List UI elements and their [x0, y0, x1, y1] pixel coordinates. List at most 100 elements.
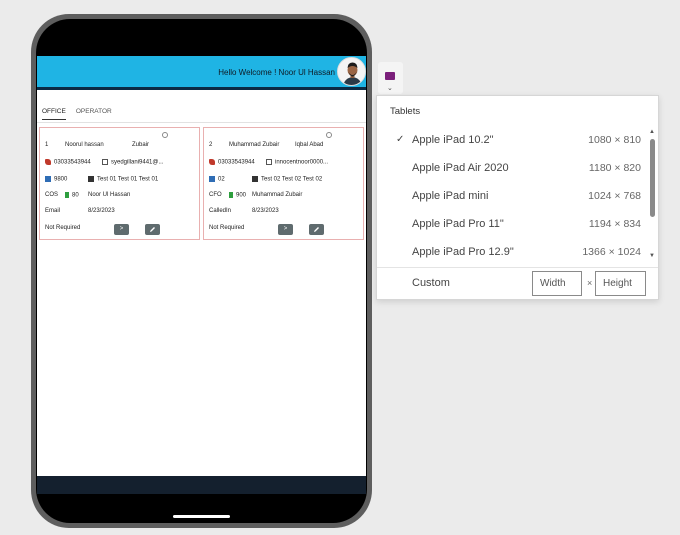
count-row: 900 [229, 192, 246, 199]
test-row: Test 01 Test 01 Test 01 [88, 176, 158, 183]
tablet-icon [385, 72, 395, 80]
device-name: Apple iPad Air 2020 [412, 162, 509, 174]
card-test: Test 02 Test 02 Test 02 [261, 176, 323, 183]
card-channel: Email [45, 208, 61, 214]
code-row: 02 [209, 176, 225, 183]
avatar[interactable] [337, 57, 366, 86]
scroll-down-icon[interactable]: ▼ [649, 253, 655, 259]
device-option[interactable]: Apple iPad Air 2020 1180 × 820 [377, 160, 647, 180]
times-symbol: × [587, 278, 593, 288]
card-role: CFO [209, 192, 222, 198]
mail-icon [102, 159, 108, 165]
custom-label: Custom [412, 277, 450, 289]
id-icon [45, 176, 51, 182]
tab-operator[interactable]: OPERATOR [76, 108, 112, 120]
email-row: syedgillani9441@... [102, 159, 163, 166]
edit-button[interactable] [309, 224, 324, 235]
app-header: Hello Welcome ! Noor Ul Hassan [37, 56, 366, 90]
info-icon[interactable] [326, 132, 332, 138]
device-option[interactable]: Apple iPad Pro 12.9" 1366 × 1024 [377, 244, 647, 264]
phone-row: 03033543944 [45, 159, 91, 166]
test-row: Test 02 Test 02 Test 02 [252, 176, 322, 183]
panel-title: Tablets [390, 106, 421, 117]
device-size: 1080 × 810 [588, 134, 641, 146]
card-extra: Iqbal Abad [295, 142, 324, 148]
phone-icon [45, 159, 51, 165]
tablet-frame: Hello Welcome ! Noor Ul Hassan OFFICE OP… [31, 14, 372, 528]
welcome-text: Hello Welcome ! Noor Ul Hassan [218, 68, 335, 77]
card-index: 2 [209, 142, 213, 148]
card-extra: Zubair [132, 142, 150, 148]
glasses-icon [88, 176, 94, 182]
device-name: Apple iPad 10.2" [412, 134, 494, 146]
device-option[interactable]: Apple iPad Pro 11" 1194 × 834 [377, 216, 647, 236]
device-name: Apple iPad Pro 12.9" [412, 246, 514, 258]
go-button[interactable]: > [114, 224, 129, 235]
record-card[interactable]: 1 Noorul hassan Zubair 03033543944 syedg… [39, 127, 200, 240]
scroll-up-icon[interactable]: ▲ [649, 129, 655, 135]
height-input[interactable]: Height [595, 271, 646, 296]
card-index: 1 [45, 142, 49, 148]
card-date: 8/23/2023 [252, 208, 279, 214]
card-email: innocentnoor0000... [275, 159, 329, 166]
device-picker-panel: Tablets ✓ Apple iPad 10.2" 1080 × 810 Ap… [376, 95, 659, 300]
card-channel: CalledIn [209, 208, 232, 214]
phone-row: 03033543944 [209, 159, 255, 166]
device-size: 1024 × 768 [588, 190, 641, 202]
card-status: Not Required [45, 225, 81, 231]
device-option[interactable]: Apple iPad mini 1024 × 768 [377, 188, 647, 208]
card-phone: 03033543944 [54, 159, 91, 166]
device-size: 1366 × 1024 [582, 246, 641, 258]
go-button[interactable]: > [278, 224, 293, 235]
mail-icon [266, 159, 272, 165]
card-email: syedgillani9441@... [111, 159, 164, 166]
pencil-icon [314, 227, 319, 232]
device-size: 1194 × 834 [588, 218, 641, 230]
id-icon [209, 176, 215, 182]
home-indicator[interactable] [173, 515, 230, 518]
card-person: Muhammad Zubair [252, 192, 303, 198]
card-status: Not Required [209, 225, 245, 231]
card-name: Noorul hassan [65, 142, 104, 148]
tablet-bezel: Hello Welcome ! Noor Ul Hassan OFFICE OP… [36, 19, 367, 523]
device-option[interactable]: ✓ Apple iPad 10.2" 1080 × 810 [377, 132, 647, 152]
info-icon[interactable] [162, 132, 168, 138]
device-name: Apple iPad Pro 11" [412, 218, 504, 230]
chevron-down-icon: ⌄ [387, 85, 393, 92]
divider [377, 267, 658, 268]
tab-bar: OFFICE OPERATOR [42, 108, 112, 120]
card-phone: 03033543944 [218, 159, 255, 166]
card-date: 8/23/2023 [88, 208, 115, 214]
card-person: Noor Ul Hassan [88, 192, 131, 198]
pencil-icon [150, 227, 155, 232]
scrollbar[interactable]: ▲ ▼ [649, 129, 656, 263]
glasses-icon [252, 176, 258, 182]
device-size: 1180 × 820 [588, 162, 641, 174]
tab-divider [37, 122, 366, 123]
app-screen: Hello Welcome ! Noor Ul Hassan OFFICE OP… [37, 56, 366, 489]
stage: Hello Welcome ! Noor Ul Hassan OFFICE OP… [0, 0, 680, 535]
device-name: Apple iPad mini [412, 190, 489, 202]
card-count: 900 [236, 192, 247, 199]
person-icon [229, 192, 233, 198]
scrollbar-thumb[interactable] [650, 139, 655, 217]
record-card[interactable]: 2 Muhammad Zubair Iqbal Abad 03033543944… [203, 127, 364, 240]
bottom-bar [37, 476, 366, 494]
card-role: COS [45, 192, 59, 198]
card-name: Muhammad Zubair [229, 142, 280, 148]
check-icon: ✓ [396, 134, 405, 145]
avatar-image [338, 58, 365, 85]
card-code: 9800 [54, 176, 68, 183]
width-input[interactable]: Width [532, 271, 582, 296]
card-code: 02 [218, 176, 225, 183]
edit-button[interactable] [145, 224, 160, 235]
count-row: 80 [65, 192, 79, 199]
phone-icon [209, 159, 215, 165]
person-icon [65, 192, 69, 198]
card-test: Test 01 Test 01 Test 01 [97, 176, 159, 183]
card-count: 80 [72, 192, 79, 199]
device-picker-toggle[interactable]: ⌄ [378, 62, 403, 94]
tab-office[interactable]: OFFICE [42, 108, 66, 120]
code-row: 9800 [45, 176, 67, 183]
email-row: innocentnoor0000... [266, 159, 328, 166]
